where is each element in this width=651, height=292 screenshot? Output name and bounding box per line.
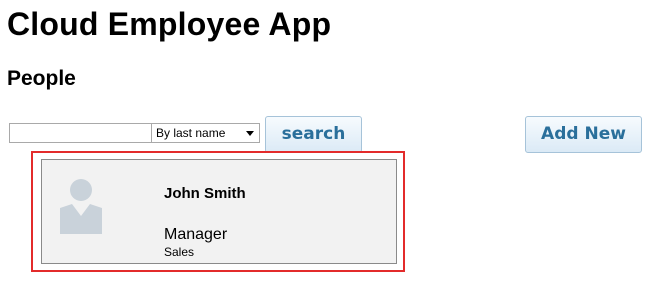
section-title: People xyxy=(7,67,76,90)
employee-department: Sales xyxy=(164,245,195,259)
sort-select-value: By last name xyxy=(156,126,226,140)
search-input[interactable] xyxy=(9,123,152,143)
person-icon xyxy=(60,179,102,234)
app-title: Cloud Employee App xyxy=(7,6,332,42)
employee-name: John Smith xyxy=(164,185,246,202)
employee-card[interactable]: John Smith Manager Sales xyxy=(41,159,397,264)
search-button[interactable]: search xyxy=(265,116,362,153)
add-new-button[interactable]: Add New xyxy=(525,116,642,153)
chevron-down-icon xyxy=(246,131,254,136)
sort-select[interactable]: By last name xyxy=(151,123,260,143)
employee-title: Manager xyxy=(164,226,228,243)
